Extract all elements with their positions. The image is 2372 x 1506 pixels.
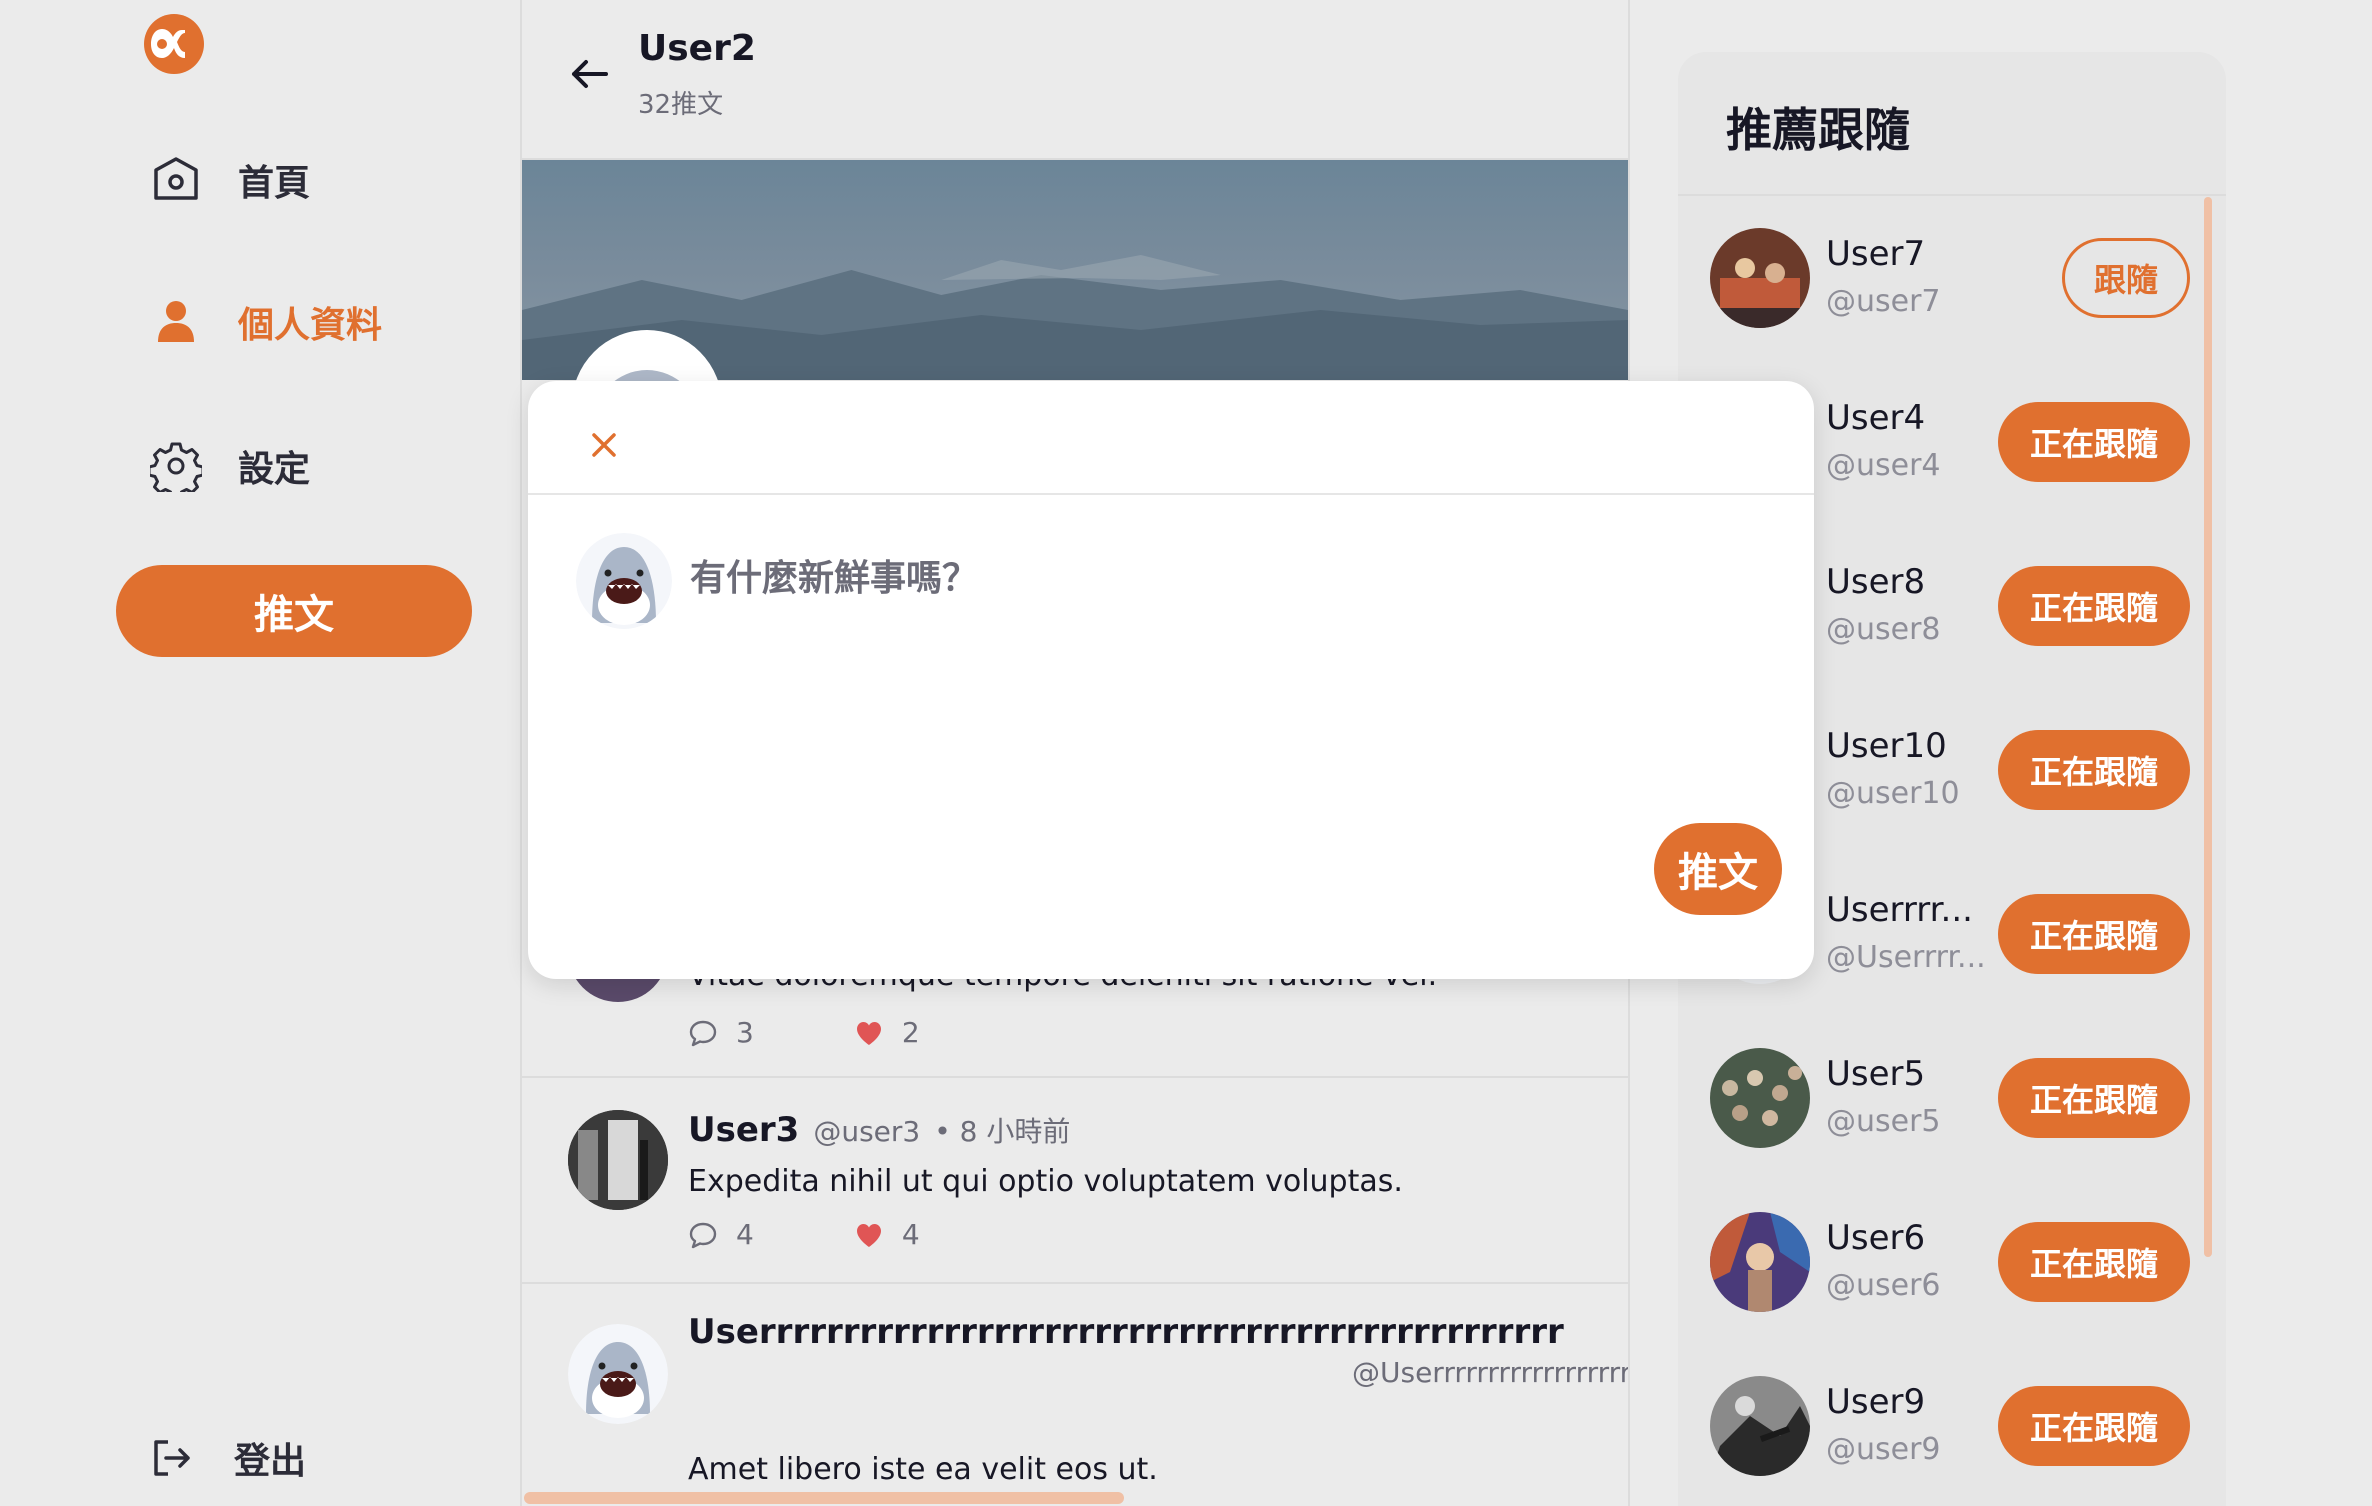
recommend-handle: @user6 — [1826, 1268, 1941, 1303]
divider — [1678, 194, 2226, 196]
following-button[interactable]: 正在跟隨 — [1998, 730, 2190, 810]
heart-filled-icon — [856, 1021, 881, 1045]
tweet-text: Amet libero iste ea velit eos ut. — [688, 1452, 1158, 1487]
following-button[interactable]: 正在跟隨 — [1998, 1058, 2190, 1138]
recommend-name: User7 — [1826, 234, 1926, 274]
nav-home-label: 首頁 — [238, 163, 311, 204]
following-button[interactable]: 正在跟隨 — [1998, 402, 2190, 482]
recommend-name: User4 — [1826, 398, 1926, 438]
nav-home[interactable]: 首頁 — [150, 154, 310, 206]
recommend-item[interactable]: User9 @user9 正在跟隨 — [1678, 1346, 2226, 1506]
nav-profile[interactable]: 個人資料 — [150, 296, 382, 348]
tweet-author: User3 @user3 • 8 小時前 — [688, 1110, 1070, 1150]
nav-settings[interactable]: 設定 — [150, 440, 310, 492]
recommend-item[interactable]: User6 @user6 正在跟隨 — [1678, 1182, 2226, 1346]
avatar[interactable] — [1710, 228, 1810, 328]
recommend-name: User8 — [1826, 562, 1926, 602]
recommend-name: User5 — [1826, 1054, 1926, 1094]
close-button[interactable] — [576, 417, 632, 473]
recommend-name: User6 — [1826, 1218, 1926, 1258]
recommend-scrollbar[interactable] — [2204, 197, 2212, 1257]
user-icon — [158, 301, 194, 342]
like-count: 2 — [901, 1016, 920, 1049]
following-button[interactable]: 正在跟隨 — [1998, 1222, 2190, 1302]
following-button[interactable]: 正在跟隨 — [1998, 1386, 2190, 1466]
reply-button[interactable]: 3 — [688, 1016, 754, 1049]
profile-header: User2 32推文 — [522, 0, 1628, 160]
tweet-compose-input[interactable] — [690, 549, 1690, 789]
left-sidebar: 首頁 個人資料 設定 推文 登出 — [0, 0, 522, 1506]
avatar[interactable] — [1710, 1048, 1810, 1148]
recommend-handle: @user4 — [1826, 448, 1941, 483]
recommend-handle: @user7 — [1826, 284, 1941, 319]
tweet-item[interactable]: Userrrrrrrrrrrrrrrrrrrrrrrrrrrrrrrrrrrrr… — [522, 1284, 1628, 1506]
profile-tweet-count: 32推文 — [638, 90, 724, 120]
recommend-handle: @user9 — [1826, 1432, 1941, 1467]
comment-icon — [689, 1020, 717, 1046]
comment-icon — [689, 1222, 717, 1248]
submit-tweet-button[interactable]: 推文 — [1654, 823, 1782, 915]
reply-button[interactable]: 4 — [688, 1218, 754, 1251]
recommend-handle: @user10 — [1826, 776, 1960, 811]
like-button[interactable]: 2 — [854, 1016, 920, 1049]
reply-count: 3 — [736, 1016, 754, 1049]
tweet-avatar[interactable] — [568, 1324, 668, 1424]
back-arrow-icon[interactable] — [566, 50, 614, 98]
logout-icon — [154, 1440, 190, 1476]
follow-button[interactable]: 跟隨 — [2062, 238, 2190, 318]
tweet-author-handle: @Userrrrrrrrrrrrrrrrrrr — [1352, 1356, 1630, 1389]
nav-tweet-button[interactable]: 推文 — [116, 565, 472, 657]
logout-button[interactable]: 登出 — [150, 1432, 306, 1484]
reply-count: 4 — [736, 1218, 754, 1251]
nav-settings-label: 設定 — [238, 449, 311, 490]
nav-profile-label: 個人資料 — [238, 305, 383, 346]
alpha-logo-icon[interactable] — [140, 8, 208, 76]
close-icon — [592, 433, 616, 457]
profile-name: User2 — [638, 28, 756, 69]
recommend-item[interactable]: User7 @user7 跟隨 — [1678, 198, 2226, 362]
recommend-name: User10 — [1826, 726, 1947, 766]
home-icon — [154, 157, 198, 200]
recommend-name: Userrrr... — [1826, 890, 1973, 930]
tweet-text: Expedita nihil ut qui optio voluptatem v… — [688, 1164, 1403, 1199]
tweet-avatar[interactable] — [568, 1110, 668, 1210]
recommend-item[interactable]: User5 @user5 正在跟隨 — [1678, 1018, 2226, 1182]
heart-filled-icon — [856, 1223, 881, 1247]
following-button[interactable]: 正在跟隨 — [1998, 894, 2190, 974]
recommend-handle: @Userrrr... — [1826, 940, 1986, 975]
horizontal-scrollbar[interactable] — [522, 1492, 1622, 1506]
recommend-handle: @user5 — [1826, 1104, 1941, 1139]
like-button[interactable]: 4 — [854, 1218, 920, 1251]
following-button[interactable]: 正在跟隨 — [1998, 566, 2190, 646]
recommend-handle: @user8 — [1826, 612, 1941, 647]
like-count: 4 — [901, 1218, 920, 1251]
recommend-title: 推薦跟隨 — [1726, 103, 1910, 157]
tweet-item[interactable]: User3 @user3 • 8 小時前 Expedita nihil ut qui… — [522, 1078, 1628, 1284]
divider — [528, 493, 1814, 495]
tweet-time: • 8 小時前 — [934, 1115, 1071, 1148]
scrollbar-thumb[interactable] — [524, 1492, 1124, 1504]
logout-label: 登出 — [234, 1441, 307, 1482]
gear-icon — [150, 442, 202, 492]
recommend-name: User9 — [1826, 1382, 1926, 1422]
compose-tweet-modal: 推文 — [528, 381, 1814, 979]
avatar — [576, 533, 672, 629]
avatar[interactable] — [1710, 1212, 1810, 1312]
tweet-author-name[interactable]: Userrrrrrrrrrrrrrrrrrrrrrrrrrrrrrrrrrrrr… — [688, 1312, 1564, 1352]
tweet-author-name[interactable]: User3 — [688, 1110, 799, 1150]
tweet-author-handle: @user3 — [813, 1115, 921, 1148]
avatar[interactable] — [1710, 1376, 1810, 1476]
